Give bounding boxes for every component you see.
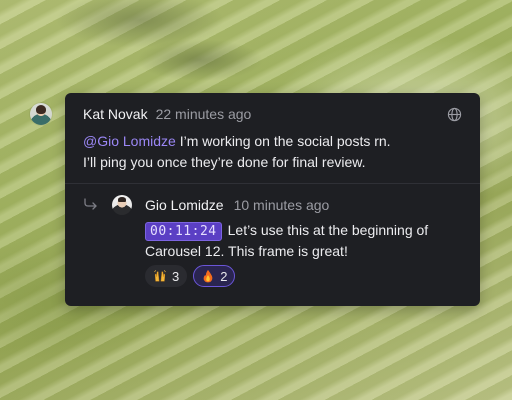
comment-text-line2: I’ll ping you once they’re done for fina… <box>83 154 366 170</box>
reply-body: 00:11:24 Let’s use this at the beginning … <box>145 220 445 262</box>
divider <box>65 183 480 184</box>
comment-time: 22 minutes ago <box>155 106 252 122</box>
reaction-fire[interactable]: 2 <box>193 265 236 287</box>
comment-card: Kat Novak 22 minutes ago @Gio Lomidze I’… <box>65 93 480 306</box>
reaction-count: 3 <box>172 268 180 284</box>
reply-author[interactable]: Gio Lomidze <box>145 197 224 213</box>
mention-link[interactable]: @Gio Lomidze <box>83 133 176 149</box>
avatar-kat-novak[interactable] <box>30 103 52 125</box>
reaction-raised-hands[interactable]: 3 <box>145 265 188 287</box>
reply-time: 10 minutes ago <box>233 197 330 213</box>
comment-text-line1: I’m working on the social posts rn. <box>175 133 391 149</box>
globe-icon[interactable] <box>447 107 462 122</box>
reply-arrow-icon <box>84 198 97 210</box>
comment-header: Kat Novak 22 minutes ago <box>83 106 251 122</box>
reactions-bar: 3 2 <box>145 265 236 287</box>
avatar-gio-lomidze[interactable] <box>112 195 132 215</box>
video-timestamp-chip[interactable]: 00:11:24 <box>145 222 222 241</box>
reply-header: Gio Lomidze 10 minutes ago <box>145 197 329 213</box>
fire-icon <box>203 269 213 283</box>
reaction-count: 2 <box>220 268 228 284</box>
comment-author[interactable]: Kat Novak <box>83 106 148 122</box>
comment-body: @Gio Lomidze I’m working on the social p… <box>83 131 463 173</box>
raised-hands-icon <box>154 270 166 282</box>
